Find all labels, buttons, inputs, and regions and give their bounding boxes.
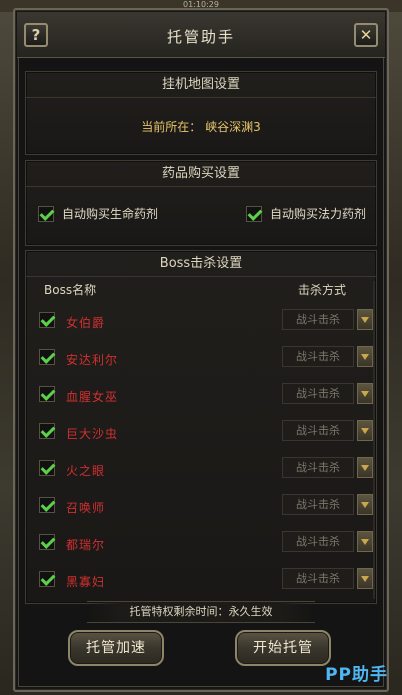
kill-method-select[interactable]: 战斗击杀 <box>282 568 354 589</box>
boss-settings-panel: Boss击杀设置 Boss名称 击杀方式 女伯爵 战斗击杀 安达利尔 战斗击杀 … <box>25 250 377 604</box>
boss-settings-title: Boss击杀设置 <box>26 251 376 277</box>
boss-name: 血腥女巫 <box>66 390 119 404</box>
boss-name: 都瑞尔 <box>66 538 106 552</box>
boss-row: 火之眼 战斗击杀 <box>26 451 376 488</box>
boss-checkbox[interactable] <box>39 534 55 550</box>
boss-row: 女伯爵 战斗击杀 <box>26 303 376 340</box>
boss-list: 女伯爵 战斗击杀 安达利尔 战斗击杀 血腥女巫 战斗击杀 巨大沙虫 战斗击杀 火… <box>26 303 376 599</box>
medicine-settings-panel: 药品购买设置 自动购买生命药剂 自动购买法力药剂 <box>25 160 377 246</box>
boss-checkbox[interactable] <box>39 312 55 328</box>
boss-name: 召唤师 <box>66 501 106 515</box>
dropdown-arrow-icon[interactable] <box>357 531 373 552</box>
medicine-settings-title: 药品购买设置 <box>26 161 376 187</box>
boss-checkbox[interactable] <box>39 349 55 365</box>
auto-buy-mp-option[interactable]: 自动购买法力药剂 <box>245 205 366 222</box>
boss-checkbox[interactable] <box>39 571 55 587</box>
boss-row: 安达利尔 战斗击杀 <box>26 340 376 377</box>
auto-buy-hp-option[interactable]: 自动购买生命药剂 <box>38 205 158 222</box>
start-auto-button[interactable]: 开始托管 <box>235 630 331 666</box>
pp-assistant-watermark: PP助手 <box>325 665 388 685</box>
boss-row: 黑寡妇 战斗击杀 <box>26 562 376 599</box>
boss-name: 火之眼 <box>66 464 106 478</box>
boss-checkbox[interactable] <box>39 386 55 402</box>
medicine-options: 自动购买生命药剂 自动购买法力药剂 <box>38 205 366 222</box>
col-kill-method: 击杀方式 <box>297 283 346 297</box>
boss-name: 黑寡妇 <box>66 575 106 589</box>
current-map-label: 当前所在： <box>141 120 202 134</box>
dialog-title: 托管助手 <box>166 28 235 46</box>
dialog-title-bar: ? 托管助手 ✕ <box>17 12 385 58</box>
boss-row: 巨大沙虫 战斗击杀 <box>26 414 376 451</box>
kill-method-select[interactable]: 战斗击杀 <box>282 531 354 552</box>
privilege-remaining: 托管特权剩余时间：永久生效 <box>87 601 315 623</box>
boss-table-header: Boss名称 击杀方式 <box>44 281 346 298</box>
dropdown-arrow-icon[interactable] <box>357 457 373 478</box>
map-settings-panel: 挂机地图设置 当前所在： 峡谷深渊3 <box>25 71 377 155</box>
boss-row: 都瑞尔 战斗击杀 <box>26 525 376 562</box>
dropdown-arrow-icon[interactable] <box>357 383 373 404</box>
auto-buy-hp-checkbox[interactable] <box>38 205 54 222</box>
kill-method-select[interactable]: 战斗击杀 <box>282 346 354 367</box>
col-boss-name: Boss名称 <box>44 283 97 297</box>
kill-method-select[interactable]: 战斗击杀 <box>282 309 354 330</box>
auto-assist-dialog: ? 托管助手 ✕ 挂机地图设置 当前所在： 峡谷深渊3 药品购买设置 自动购买生… <box>13 8 389 692</box>
boss-checkbox[interactable] <box>39 423 55 439</box>
dropdown-arrow-icon[interactable] <box>357 346 373 367</box>
boss-name: 巨大沙虫 <box>66 427 119 441</box>
current-map-value: 峡谷深渊3 <box>205 120 261 134</box>
boss-checkbox[interactable] <box>39 497 55 513</box>
dropdown-arrow-icon[interactable] <box>357 420 373 441</box>
kill-method-select[interactable]: 战斗击杀 <box>282 457 354 478</box>
close-button[interactable]: ✕ <box>354 23 378 47</box>
auto-buy-mp-label: 自动购买法力药剂 <box>269 207 366 221</box>
map-settings-title: 挂机地图设置 <box>26 72 376 98</box>
boss-row: 血腥女巫 战斗击杀 <box>26 377 376 414</box>
boss-name: 安达利尔 <box>66 353 119 367</box>
kill-method-select[interactable]: 战斗击杀 <box>282 420 354 441</box>
auto-buy-mp-checkbox[interactable] <box>245 205 262 222</box>
dropdown-arrow-icon[interactable] <box>357 568 373 589</box>
close-icon: ✕ <box>359 26 373 44</box>
kill-method-select[interactable]: 战斗击杀 <box>282 494 354 515</box>
speed-up-button[interactable]: 托管加速 <box>68 630 164 666</box>
dropdown-arrow-icon[interactable] <box>357 494 373 515</box>
boss-checkbox[interactable] <box>39 460 55 476</box>
boss-list-scrollbar[interactable] <box>373 281 375 599</box>
boss-row: 召唤师 战斗击杀 <box>26 488 376 525</box>
current-map: 当前所在： 峡谷深渊3 <box>26 118 376 135</box>
boss-name: 女伯爵 <box>66 316 106 330</box>
auto-buy-hp-label: 自动购买生命药剂 <box>62 207 159 221</box>
dropdown-arrow-icon[interactable] <box>357 309 373 330</box>
kill-method-select[interactable]: 战斗击杀 <box>282 383 354 404</box>
